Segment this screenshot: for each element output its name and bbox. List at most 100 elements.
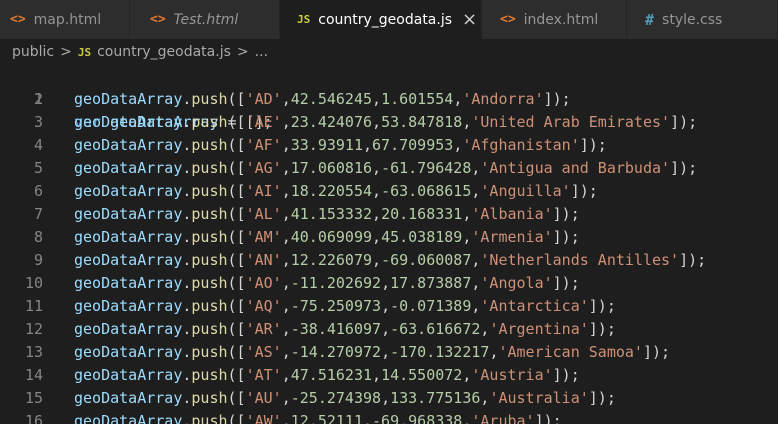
code-line[interactable]: 13 geoDataArray.push(['AS',-14.270972,-17…: [0, 341, 778, 364]
code-punctuation: ,: [281, 297, 291, 315]
tab-style-css[interactable]: # style.css: [627, 0, 778, 39]
longitude-value: 133.775136: [390, 389, 481, 407]
country-name: 'Austria': [471, 366, 553, 384]
longitude-value: 1.601554: [381, 90, 454, 108]
close-icon[interactable]: ×: [462, 10, 477, 29]
css-icon: #: [645, 10, 655, 29]
code-line[interactable]: 12 geoDataArray.push(['AR',-38.416097,-63…: [0, 318, 778, 341]
code-punctuation: ,: [281, 228, 291, 246]
code-punctuation: ,: [281, 343, 291, 361]
country-code: 'AU': [245, 389, 282, 407]
code-text: geoDataArray.push(['AO',-11.202692,17.87…: [74, 272, 580, 295]
code-text: geoDataArray.push(['AT',47.516231,14.550…: [74, 364, 580, 387]
code-punctuation: ]);: [543, 90, 571, 108]
code-line[interactable]: 3 geoDataArray.push(['AE',23.424076,53.84…: [0, 111, 778, 134]
method-name: push: [191, 297, 228, 315]
code-text: geoDataArray.push(['AI',18.220554,-63.06…: [74, 180, 598, 203]
code-punctuation: ,: [372, 228, 382, 246]
code-punctuation: ]);: [670, 159, 698, 177]
code-punctuation: ,: [381, 389, 391, 407]
latitude-value: 42.546245: [290, 90, 373, 108]
code-punctuation: ,: [281, 274, 291, 292]
line-number: 13: [24, 343, 43, 361]
method-name: push: [191, 90, 228, 108]
code-line[interactable]: 15 geoDataArray.push(['AU',-25.274398,133…: [0, 387, 778, 410]
code-line[interactable]: 5 geoDataArray.push(['AG',17.060816,-61.7…: [0, 157, 778, 180]
code-punctuation: ]);: [534, 412, 562, 424]
code-punctuation: ([: [227, 343, 246, 361]
code-line[interactable]: 2 geoDataArray.push(['AD',42.546245,1.601…: [0, 88, 778, 111]
country-name: 'Angola': [480, 274, 553, 292]
line-number: 9: [33, 251, 43, 269]
code-line[interactable]: 8 geoDataArray.push(['AM',40.069099,45.03…: [0, 226, 778, 249]
tab-map-html[interactable]: <> map.html: [0, 0, 130, 39]
country-code: 'AE': [245, 113, 282, 131]
tab-test-html[interactable]: <> Test.html: [130, 0, 280, 39]
line-number: 14: [24, 366, 43, 384]
code-line[interactable]: 1 var geoDataArray = [];: [0, 65, 778, 131]
method-name: push: [191, 343, 228, 361]
country-name: 'Andorra': [462, 90, 544, 108]
line-number: 15: [24, 389, 43, 407]
js-icon: JS: [77, 45, 92, 59]
object-name: geoDataArray: [74, 90, 183, 108]
code-punctuation: ([: [227, 159, 246, 177]
breadcrumb-file[interactable]: country_geodata.js: [97, 44, 231, 60]
country-code: 'AS': [245, 343, 282, 361]
country-name: 'United Arab Emirates': [471, 113, 671, 131]
tab-country-geodata-js[interactable]: JS country_geodata.js ×: [280, 0, 482, 39]
code-line[interactable]: 16 geoDataArray.push(['AW',12.52111,-69.9…: [0, 410, 778, 424]
code-line[interactable]: 4 geoDataArray.push(['AF',33.93911,67.709…: [0, 134, 778, 157]
country-code: 'AL': [245, 205, 282, 223]
code-punctuation: ,: [281, 389, 291, 407]
code-punctuation: ([: [227, 136, 246, 154]
country-code: 'AO': [245, 274, 282, 292]
method-name: push: [191, 159, 228, 177]
html-icon: <>: [10, 12, 26, 27]
code-text: geoDataArray.push(['AN',12.226079,-69.06…: [74, 249, 706, 272]
longitude-value: 20.168331: [381, 205, 463, 223]
breadcrumb-symbols[interactable]: ...: [255, 44, 268, 60]
code-line[interactable]: 6 geoDataArray.push(['AI',18.220554,-63.0…: [0, 180, 778, 203]
code-line[interactable]: 14 geoDataArray.push(['AT',47.516231,14.5…: [0, 364, 778, 387]
code-area[interactable]: 1 var geoDataArray = []; 2 geoDataArray.p…: [0, 65, 778, 424]
code-line[interactable]: 11 geoDataArray.push(['AQ',-75.250973,-0.…: [0, 295, 778, 318]
code-punctuation: ,: [372, 90, 382, 108]
country-code: 'AN': [245, 251, 282, 269]
code-punctuation: ]);: [579, 136, 607, 154]
code-line[interactable]: 9 geoDataArray.push(['AN',12.226079,-69.0…: [0, 249, 778, 272]
code-text: geoDataArray.push(['AL',41.153332,20.168…: [74, 203, 580, 226]
breadcrumb-folder[interactable]: public: [12, 44, 54, 60]
code-punctuation: ]);: [552, 205, 580, 223]
code-punctuation: ,: [281, 159, 291, 177]
code-punctuation: ,: [281, 90, 291, 108]
tab-index-html[interactable]: <> index.html: [482, 0, 627, 39]
country-name: 'Antigua and Barbuda': [480, 159, 671, 177]
country-code: 'AG': [245, 159, 282, 177]
object-name: geoDataArray: [74, 297, 183, 315]
longitude-value: -170.132217: [390, 343, 490, 361]
code-line[interactable]: 7 geoDataArray.push(['AL',41.153332,20.16…: [0, 203, 778, 226]
code-punctuation: ([: [227, 412, 246, 424]
code-punctuation: ,: [453, 90, 463, 108]
longitude-value: 14.550072: [381, 366, 463, 384]
code-text: geoDataArray.push(['AW',12.52111,-69.968…: [74, 410, 562, 424]
country-code: 'AI': [245, 182, 282, 200]
country-name: 'Antarctica': [480, 297, 589, 315]
code-line[interactable]: 10 geoDataArray.push(['AO',-11.202692,17.…: [0, 272, 778, 295]
line-number: 7: [33, 205, 43, 223]
country-name: 'Armenia': [471, 228, 553, 246]
code-punctuation: ]);: [670, 113, 698, 131]
country-name: 'Australia': [489, 389, 589, 407]
code-punctuation: ]);: [552, 228, 580, 246]
code-text: geoDataArray.push(['AD',42.546245,1.6015…: [74, 88, 571, 111]
code-punctuation: ([: [227, 205, 246, 223]
code-punctuation: ([: [227, 228, 246, 246]
latitude-value: 40.069099: [290, 228, 373, 246]
code-punctuation: ([: [227, 389, 246, 407]
longitude-value: -63.068615: [381, 182, 472, 200]
object-name: geoDataArray: [74, 389, 183, 407]
code-punctuation: ]);: [679, 251, 707, 269]
code-punctuation: ,: [281, 205, 291, 223]
line-number: 16: [24, 412, 43, 424]
